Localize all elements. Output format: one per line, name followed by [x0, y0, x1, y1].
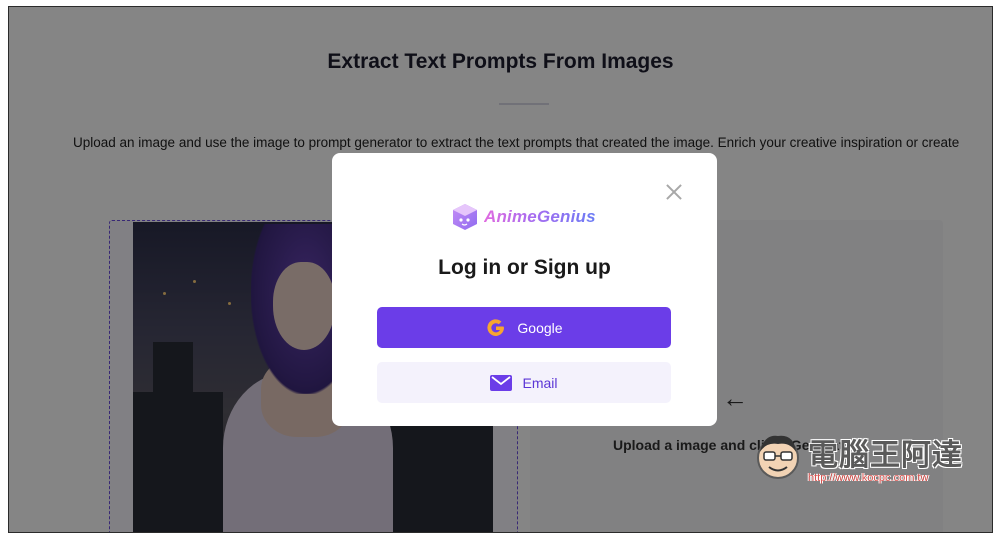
site-watermark: 電腦王阿達 http://www.kocpc.com.tw	[750, 428, 975, 490]
google-icon	[487, 318, 505, 336]
brand-name: AnimeGenius	[484, 207, 596, 226]
google-login-button[interactable]: Google	[377, 307, 671, 348]
close-icon[interactable]	[665, 183, 683, 201]
login-modal: AnimeGenius Log in or Sign up Google Ema…	[332, 153, 717, 426]
watermark-text: 電腦王阿達	[808, 439, 963, 472]
email-button-label: Email	[522, 374, 558, 391]
google-button-label: Google	[517, 319, 563, 336]
email-login-button[interactable]: Email	[377, 362, 671, 403]
animegenius-logo-icon	[453, 204, 477, 230]
mail-icon	[490, 374, 513, 391]
brand: AnimeGenius	[450, 202, 596, 232]
modal-title: Log in or Sign up	[438, 256, 611, 279]
watermark-url: http://www.kocpc.com.tw	[808, 472, 929, 484]
mascot-face-icon	[757, 435, 799, 479]
